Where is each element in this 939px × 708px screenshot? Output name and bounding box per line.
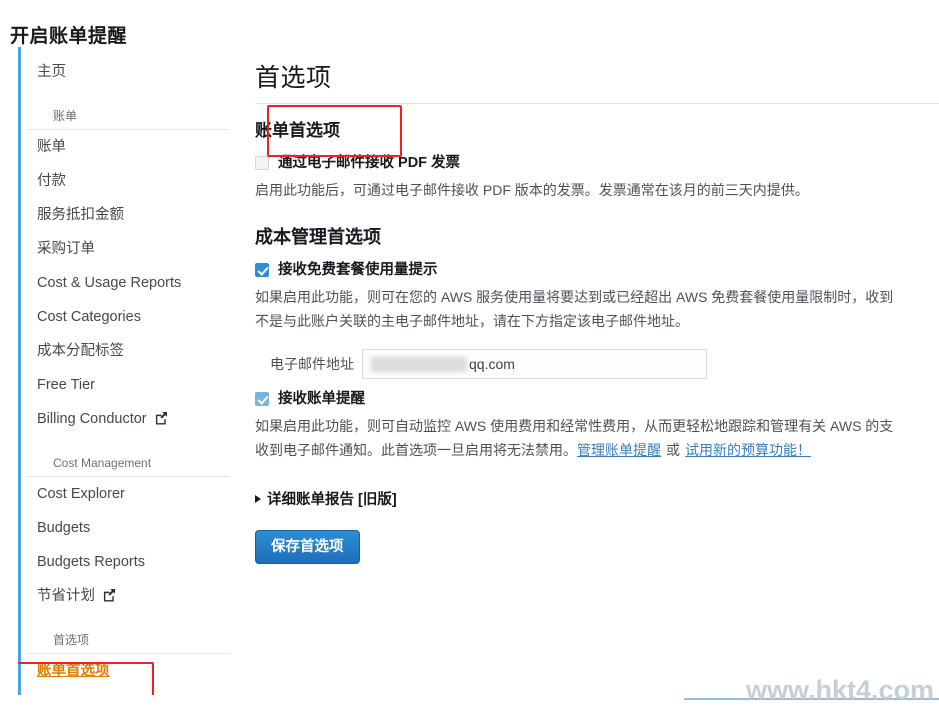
sidebar-group-billing: 账单	[27, 99, 230, 130]
billing-alerts-row[interactable]: 接收账单提醒	[255, 390, 939, 408]
billing-alerts-description-prefix: 收到电子邮件通知。此首选项一旦启用将无法禁用。	[255, 442, 577, 458]
sidebar-item-savings-plans-label: 节省计划	[37, 588, 95, 604]
sidebar-item-billing-conductor-label: Billing Conductor	[37, 411, 147, 427]
email-address-row: 电子邮件地址 qq.com	[270, 349, 939, 379]
sidebar-item-cost-categories[interactable]: Cost Categories	[21, 300, 240, 334]
billing-alerts-description-line2: 收到电子邮件通知。此首选项一旦启用将无法禁用。管理账单提醒或试用新的预算功能！	[255, 438, 939, 462]
save-preferences-button[interactable]: 保存首选项	[255, 530, 360, 564]
billing-alerts-checkbox[interactable]	[255, 392, 269, 406]
sidebar-item-budgets[interactable]: Budgets	[21, 511, 240, 545]
detailed-billing-report-label: 详细账单报告 [旧版]	[267, 492, 397, 508]
sidebar-group-cost-management-label: Cost Management	[53, 456, 152, 470]
sidebar-item-billing-preferences[interactable]: 账单首选项	[21, 654, 240, 688]
sidebar-item-cost-allocation-tags[interactable]: 成本分配标签	[21, 334, 240, 368]
free-tier-alert-checkbox[interactable]	[255, 263, 269, 277]
chevron-right-icon	[255, 494, 261, 503]
sidebar-item-savings-plans[interactable]: 节省计划	[21, 579, 240, 613]
sidebar-item-bills[interactable]: 账单	[21, 130, 240, 164]
pdf-invoice-row[interactable]: 通过电子邮件接收 PDF 发票	[255, 154, 939, 172]
pdf-invoice-label: 通过电子邮件接收 PDF 发票	[278, 155, 461, 171]
sidebar-item-home[interactable]: 主页	[21, 55, 240, 89]
external-link-icon	[154, 411, 168, 425]
free-tier-alert-description-line2: 不是与此账户关联的主电子邮件地址，请在下方指定该电子邮件地址。	[255, 313, 689, 329]
sidebar-item-cost-usage-reports[interactable]: Cost & Usage Reports	[21, 266, 240, 300]
main-content: 首选项 账单首选项 通过电子邮件接收 PDF 发票 启用此功能后，可通过电子邮件…	[240, 47, 939, 695]
sidebar-item-credits[interactable]: 服务抵扣金额	[21, 198, 240, 232]
try-budgets-link[interactable]: 试用新的预算功能！	[685, 442, 811, 458]
main-inner: 首选项 账单首选项 通过电子邮件接收 PDF 发票 启用此功能后，可通过电子邮件…	[240, 61, 939, 564]
sidebar-group-cost-management: Cost Management	[27, 446, 230, 477]
watermark: www.hkt4.com	[745, 675, 934, 705]
sidebar-item-cost-explorer[interactable]: Cost Explorer	[21, 477, 240, 511]
billing-alerts-description: 如果启用此功能，则可自动监控 AWS 使用费用和经常性费用，从而更轻松地跟踪和管…	[255, 414, 939, 462]
sidebar-group-preferences-label: 首选项	[53, 633, 90, 647]
sidebar-group-billing-label: 账单	[53, 109, 78, 123]
pdf-invoice-checkbox[interactable]	[255, 156, 269, 170]
annotation-title: 开启账单提醒	[10, 26, 128, 47]
free-tier-alert-description: 如果启用此功能，则可在您的 AWS 服务使用量将要达到或已经超出 AWS 免费套…	[255, 285, 939, 333]
sidebar-list: 主页 账单 账单 付款 服务抵扣金额 采购订单 Cost & Usage Rep…	[21, 55, 240, 688]
link-separator: 或	[666, 442, 680, 458]
free-tier-alert-description-line1: 如果启用此功能，则可在您的 AWS 服务使用量将要达到或已经超出 AWS 免费套…	[255, 289, 894, 305]
sidebar-item-billing-conductor[interactable]: Billing Conductor	[21, 402, 240, 436]
sidebar-group-preferences: 首选项	[27, 623, 230, 654]
sidebar-item-payments[interactable]: 付款	[21, 164, 240, 198]
free-tier-alert-row[interactable]: 接收免费套餐使用量提示	[255, 261, 939, 279]
aws-billing-console: 主页 账单 账单 付款 服务抵扣金额 采购订单 Cost & Usage Rep…	[18, 47, 939, 695]
page-title: 首选项	[255, 64, 332, 92]
manage-billing-alerts-link[interactable]: 管理账单提醒	[577, 442, 661, 458]
email-address-input[interactable]: qq.com	[362, 349, 707, 379]
sidebar-item-free-tier[interactable]: Free Tier	[21, 368, 240, 402]
external-link-icon	[102, 588, 116, 602]
free-tier-alert-label: 接收免费套餐使用量提示	[278, 262, 438, 278]
email-address-value: qq.com	[469, 356, 515, 372]
billing-alerts-label: 接收账单提醒	[278, 391, 365, 407]
redacted-email-mask	[371, 356, 467, 372]
sidebar-navigation: 主页 账单 账单 付款 服务抵扣金额 采购订单 Cost & Usage Rep…	[18, 47, 240, 695]
pdf-invoice-description: 启用此功能后，可通过电子邮件接收 PDF 版本的发票。发票通常在该月的前三天内提…	[255, 178, 939, 202]
cost-management-heading: 成本管理首选项	[255, 227, 381, 247]
billing-alerts-description-line1: 如果启用此功能，则可自动监控 AWS 使用费用和经常性费用，从而更轻松地跟踪和管…	[255, 418, 894, 434]
title-divider	[255, 103, 939, 104]
sidebar-item-budgets-reports[interactable]: Budgets Reports	[21, 545, 240, 579]
billing-preferences-heading: 账单首选项	[255, 121, 340, 140]
email-address-label: 电子邮件地址	[270, 356, 354, 372]
pdf-invoice-description-line: 启用此功能后，可通过电子邮件接收 PDF 版本的发票。发票通常在该月的前三天内提…	[255, 182, 809, 198]
sidebar-item-purchase-orders[interactable]: 采购订单	[21, 232, 240, 266]
detailed-billing-report-expander[interactable]: 详细账单报告 [旧版]	[255, 488, 939, 509]
